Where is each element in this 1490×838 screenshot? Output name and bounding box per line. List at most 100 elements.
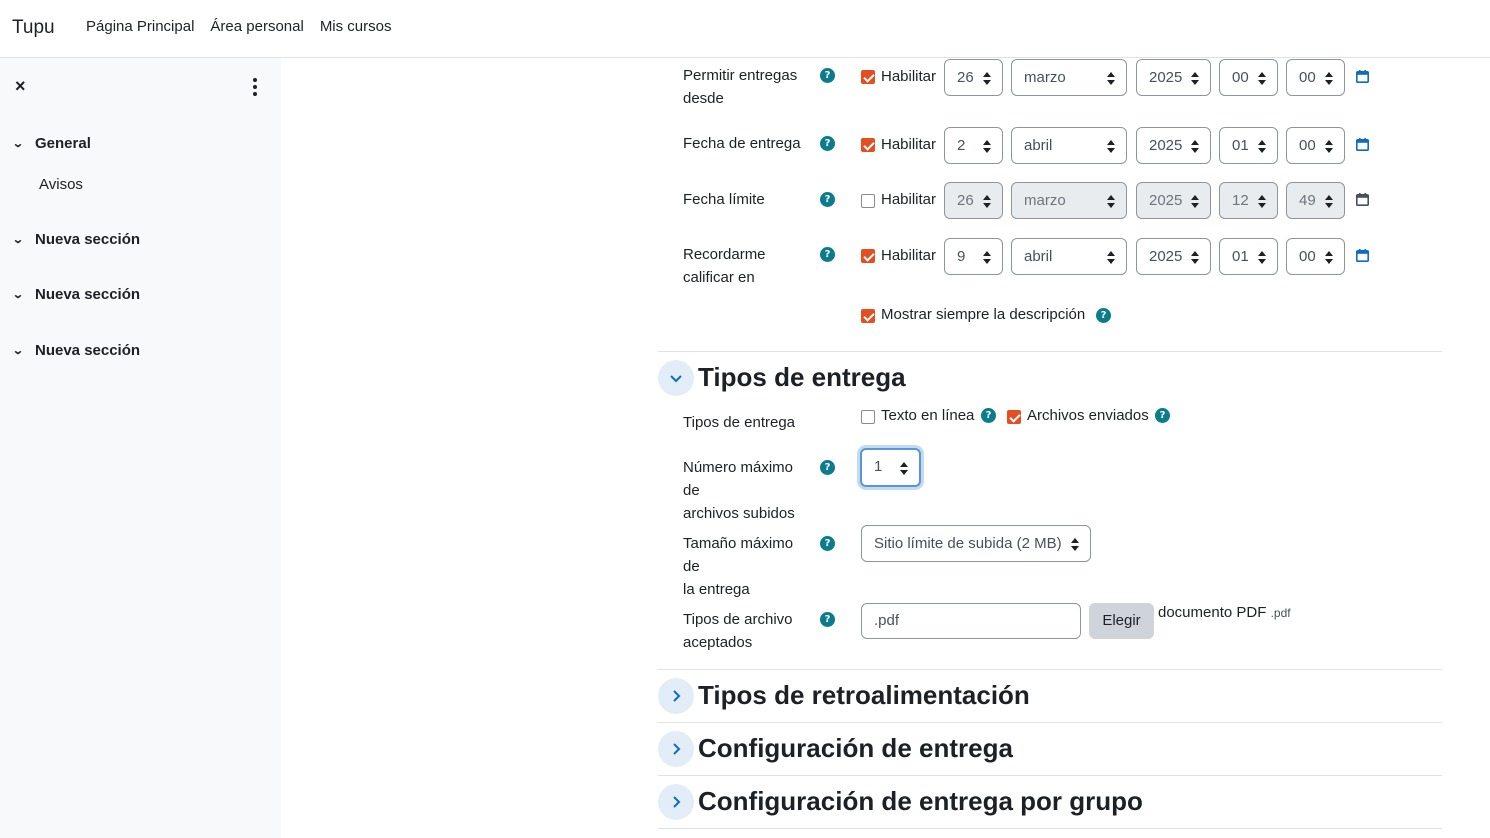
calendar-icon[interactable] <box>1356 138 1369 151</box>
section-label: General <box>35 135 91 152</box>
section-label: Nueva sección <box>35 286 141 303</box>
year-select: 2025 <box>1136 182 1211 219</box>
course-section-nueva-3[interactable]: ⌄ Nueva sección <box>12 342 141 359</box>
calendar-icon[interactable] <box>1356 249 1369 262</box>
label-line: aceptados <box>683 634 753 651</box>
help-icon[interactable]: ? <box>820 612 835 627</box>
help-icon[interactable]: ? <box>981 408 996 423</box>
help-icon[interactable]: ? <box>820 536 835 551</box>
file-type-extension: .pdf <box>1270 606 1291 620</box>
file-submissions-label: Archivos enviados <box>1027 407 1149 424</box>
allow-submissions-from-label: Permitir entregas desde <box>683 64 813 110</box>
accepted-file-types-label: Tipos de archivo aceptados <box>683 608 813 654</box>
label-line: Número máximo de <box>683 459 794 499</box>
online-text-checkbox[interactable] <box>861 410 875 424</box>
accepted-file-types-input[interactable]: .pdf <box>861 603 1081 639</box>
year-select[interactable]: 2025 <box>1136 238 1211 275</box>
section-title-submission-types[interactable]: Tipos de entrega <box>698 362 906 393</box>
minute-select[interactable]: 00 <box>1286 127 1345 164</box>
enable-checkbox[interactable] <box>861 194 875 208</box>
label-line: Permitir entregas <box>683 67 798 84</box>
enable-checkbox[interactable] <box>861 249 875 263</box>
help-icon[interactable]: ? <box>820 192 835 207</box>
label-line: Tipos de archivo <box>683 611 793 628</box>
accepted-file-type-description: documento PDF .pdf <box>1158 604 1291 621</box>
submission-types-label: Tipos de entrega <box>683 414 796 431</box>
divider <box>658 828 1442 829</box>
help-icon[interactable]: ? <box>1155 408 1170 423</box>
help-icon[interactable]: ? <box>820 136 835 151</box>
day-select[interactable]: 26 <box>944 59 1003 96</box>
section-collapse-toggle[interactable] <box>658 360 694 396</box>
section-title-feedback-types[interactable]: Tipos de retroalimentación <box>698 680 1030 711</box>
enable-label: Habilitar <box>881 68 937 85</box>
section-label: Nueva sección <box>35 231 141 248</box>
choose-file-types-button[interactable]: Elegir <box>1089 603 1154 639</box>
course-section-nueva-2[interactable]: ⌄ Nueva sección <box>12 286 141 303</box>
month-select[interactable]: abril <box>1011 238 1127 275</box>
file-submissions-checkbox[interactable] <box>1007 410 1021 424</box>
month-select: marzo <box>1011 182 1127 219</box>
label-line: Recordarme <box>683 246 766 263</box>
site-brand[interactable]: Tupu <box>12 17 55 39</box>
course-section-general[interactable]: ⌄ General <box>12 135 91 152</box>
day-select[interactable]: 9 <box>944 238 1003 275</box>
course-item-avisos[interactable]: Avisos <box>39 176 83 193</box>
enable-label: Habilitar <box>881 136 937 153</box>
year-select[interactable]: 2025 <box>1136 59 1211 96</box>
chevron-down-icon: ⌄ <box>12 234 25 246</box>
course-index-drawer: × ⌄ General Avisos ⌄ Nueva sección ⌄ Nue… <box>0 58 281 838</box>
max-size-select[interactable]: Sitio límite de subida (2 MB) <box>861 525 1091 562</box>
section-expand-toggle[interactable] <box>658 784 694 820</box>
help-icon[interactable]: ? <box>820 460 835 475</box>
month-select[interactable]: abril <box>1011 127 1127 164</box>
online-text-label: Texto en línea <box>881 407 975 424</box>
divider <box>658 722 1442 723</box>
file-type-name: documento PDF <box>1158 604 1267 621</box>
chevron-down-icon: ⌄ <box>12 138 25 150</box>
grading-reminder-label: Recordarme calificar en <box>683 243 813 289</box>
enable-label: Habilitar <box>881 191 937 208</box>
section-label: Nueva sección <box>35 342 141 359</box>
max-files-select[interactable]: 1 <box>860 448 921 487</box>
nav-link-my-courses[interactable]: Mis cursos <box>320 18 392 35</box>
section-expand-toggle[interactable] <box>658 678 694 714</box>
primary-navigation: Página Principal Área personal Mis curso… <box>86 18 392 35</box>
label-line: Fecha de entrega <box>683 135 801 152</box>
minute-select[interactable]: 00 <box>1286 59 1345 96</box>
help-icon[interactable]: ? <box>820 68 835 83</box>
section-title-submission-settings[interactable]: Configuración de entrega <box>698 733 1013 764</box>
nav-link-dashboard[interactable]: Área personal <box>210 18 303 35</box>
calendar-icon[interactable] <box>1356 70 1369 83</box>
hour-select: 12 <box>1219 182 1278 219</box>
enable-checkbox[interactable] <box>861 70 875 84</box>
chevron-right-icon <box>673 796 681 808</box>
chevron-right-icon <box>673 743 681 755</box>
month-select[interactable]: marzo <box>1011 59 1127 96</box>
kebab-menu-icon[interactable] <box>246 78 264 96</box>
minute-select[interactable]: 00 <box>1286 238 1345 275</box>
help-icon[interactable]: ? <box>820 247 835 262</box>
section-title-group-submission-settings[interactable]: Configuración de entrega por grupo <box>698 786 1143 817</box>
chevron-down-icon <box>670 375 682 383</box>
close-drawer-icon[interactable]: × <box>15 77 26 95</box>
day-select[interactable]: 2 <box>944 127 1003 164</box>
nav-link-home[interactable]: Página Principal <box>86 18 194 35</box>
label-line: archivos subidos <box>683 505 795 522</box>
max-size-label: Tamaño máximo de la entrega <box>683 532 813 601</box>
hour-select[interactable]: 01 <box>1219 127 1278 164</box>
hour-select[interactable]: 01 <box>1219 238 1278 275</box>
course-section-nueva-1[interactable]: ⌄ Nueva sección <box>12 231 141 248</box>
divider <box>658 775 1442 776</box>
year-select[interactable]: 2025 <box>1136 127 1211 164</box>
label-line: la entrega <box>683 581 750 598</box>
help-icon[interactable]: ? <box>1096 308 1111 323</box>
section-expand-toggle[interactable] <box>658 731 694 767</box>
top-navbar: Tupu Página Principal Área personal Mis … <box>0 0 1490 58</box>
hour-select[interactable]: 00 <box>1219 59 1278 96</box>
due-date-label: Fecha de entrega <box>683 132 813 155</box>
always-show-description-checkbox[interactable] <box>861 309 875 323</box>
enable-checkbox[interactable] <box>861 138 875 152</box>
divider <box>658 351 1442 352</box>
cutoff-date-label: Fecha límite <box>683 188 813 211</box>
